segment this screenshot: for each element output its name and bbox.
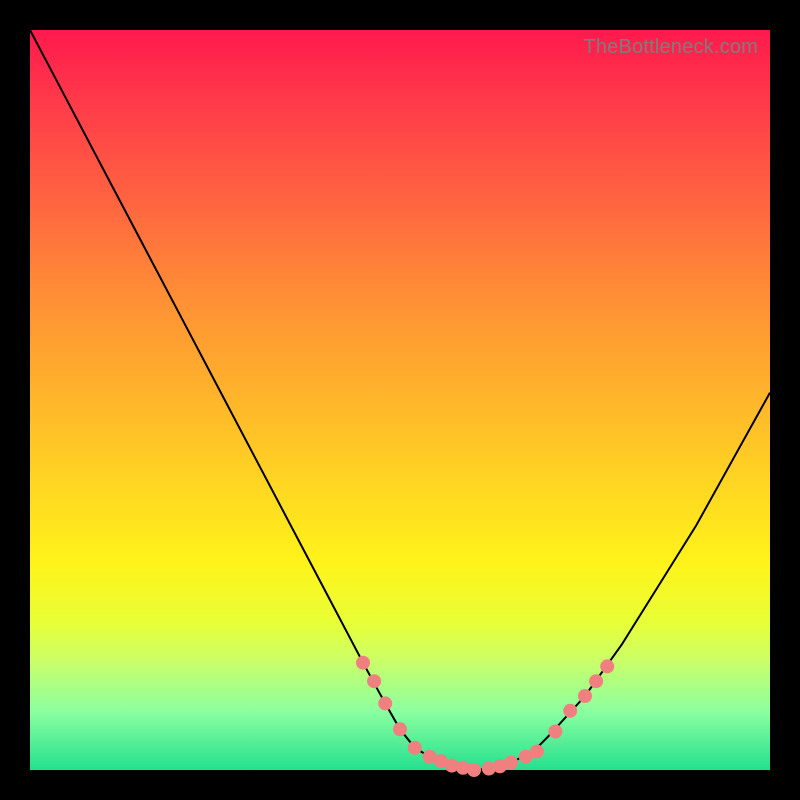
bottleneck-curve (30, 30, 770, 770)
highlight-point (548, 725, 562, 739)
highlight-point (530, 745, 544, 759)
highlight-point (408, 741, 422, 755)
chart-frame: TheBottleneck.com (0, 0, 800, 800)
plot-area: TheBottleneck.com (30, 30, 770, 770)
highlight-point (600, 659, 614, 673)
highlight-point (356, 656, 370, 670)
highlight-point (589, 674, 603, 688)
highlight-point (563, 704, 577, 718)
highlight-point (393, 722, 407, 736)
highlight-point (467, 763, 481, 777)
highlight-point (504, 756, 518, 770)
highlight-markers (356, 656, 614, 777)
highlight-point (578, 689, 592, 703)
curve-line (30, 30, 770, 770)
highlight-point (367, 674, 381, 688)
highlight-point (378, 696, 392, 710)
